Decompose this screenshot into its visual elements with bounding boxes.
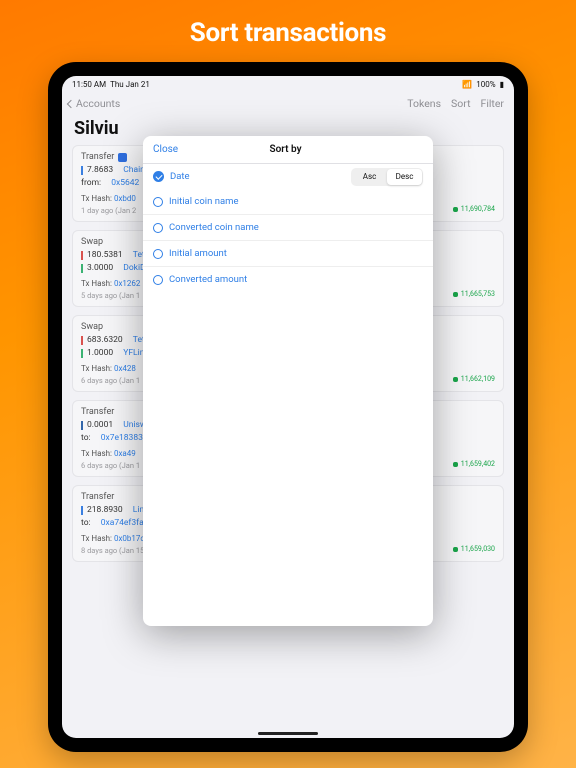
radio-icon	[153, 249, 163, 259]
block-badge: 11,665,753	[453, 290, 495, 298]
home-indicator[interactable]	[258, 732, 318, 735]
checkmark-icon	[153, 171, 164, 182]
back-label: Accounts	[76, 97, 120, 110]
screen: 11:50 AM Thu Jan 21 📶 100% ▮ Accounts To…	[62, 76, 514, 738]
block-badge: 11,662,109	[453, 375, 495, 383]
status-bar: 11:50 AM Thu Jan 21 📶 100% ▮	[62, 76, 514, 93]
nav-sort[interactable]: Sort	[451, 97, 470, 110]
sort-option-converted-coin[interactable]: Converted coin name	[143, 215, 433, 241]
seg-asc[interactable]: Asc	[352, 169, 387, 185]
block-badge: 11,659,030	[453, 545, 495, 553]
block-badge: 11,690,784	[453, 205, 495, 213]
sort-option-initial-amount[interactable]: Initial amount	[143, 241, 433, 267]
status-right: 📶 100% ▮	[462, 80, 504, 89]
battery-pct: 100%	[476, 80, 495, 89]
battery-icon: ▮	[500, 80, 504, 89]
block-badge: 11,659,402	[453, 460, 495, 468]
nav-tokens[interactable]: Tokens	[407, 97, 441, 110]
chevron-left-icon	[67, 99, 75, 107]
sort-option-initial-coin[interactable]: Initial coin name	[143, 189, 433, 215]
radio-icon	[153, 223, 163, 233]
nav-filter[interactable]: Filter	[481, 97, 504, 110]
sort-modal: Close Sort by Date Asc Desc Initial coin…	[143, 136, 433, 626]
radio-icon	[153, 275, 163, 285]
radio-icon	[153, 197, 163, 207]
status-time: 11:50 AM Thu Jan 21	[72, 80, 150, 89]
modal-title: Sort by	[148, 144, 423, 155]
seg-desc[interactable]: Desc	[387, 169, 422, 185]
hero-title: Sort transactions	[190, 18, 387, 48]
nav-bar: Accounts Tokens Sort Filter	[62, 93, 514, 116]
back-button[interactable]: Accounts	[68, 97, 120, 110]
tx-type: Transfer	[81, 152, 114, 162]
wifi-icon: 📶	[462, 80, 472, 89]
sort-options: Initial coin name Converted coin name In…	[143, 189, 433, 292]
device-frame: 11:50 AM Thu Jan 21 📶 100% ▮ Accounts To…	[48, 62, 528, 752]
sort-option-date[interactable]: Date	[170, 171, 190, 182]
sort-option-converted-amount[interactable]: Converted amount	[143, 267, 433, 292]
order-segmented[interactable]: Asc Desc	[351, 168, 423, 186]
coin-icon	[118, 153, 127, 162]
